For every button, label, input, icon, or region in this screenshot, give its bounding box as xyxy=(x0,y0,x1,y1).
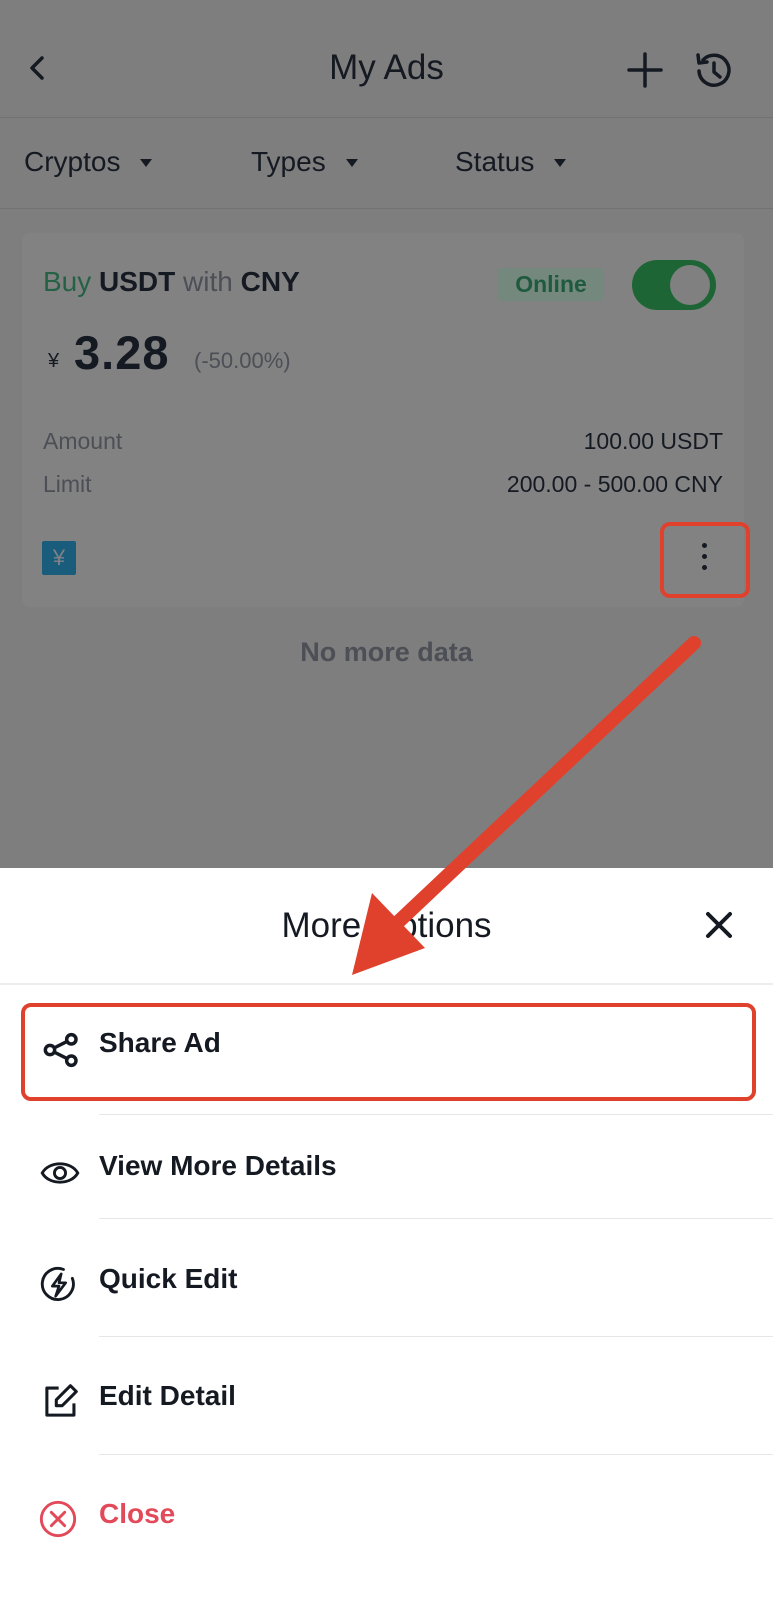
eye-icon xyxy=(40,1162,80,1184)
ad-asset: USDT xyxy=(99,266,176,297)
option-view-more-details[interactable]: View More Details xyxy=(0,1115,773,1230)
filter-types-label: Types xyxy=(251,146,326,177)
option-edit-detail[interactable]: Edit Detail xyxy=(0,1337,773,1452)
amount-label: Amount xyxy=(43,428,123,454)
amount-value: 100.00 USDT xyxy=(583,428,723,454)
limit-value: 200.00 - 500.00 CNY xyxy=(506,471,723,497)
caret-down-icon xyxy=(345,159,358,167)
caret-down-icon xyxy=(554,159,567,167)
option-quick-edit-label: Quick Edit xyxy=(99,1263,238,1294)
filter-status-label: Status xyxy=(455,146,535,177)
annotation-highlight-share xyxy=(21,1003,756,1101)
add-ad-button[interactable] xyxy=(624,48,666,92)
more-options-button[interactable] xyxy=(660,522,750,598)
history-icon xyxy=(696,53,731,87)
option-edit-detail-label: Edit Detail xyxy=(99,1380,236,1411)
status-badge: Online xyxy=(498,268,604,301)
price-change: (-50.00%) xyxy=(194,348,291,373)
ad-fiat: CNY xyxy=(240,266,300,297)
option-quick-edit[interactable]: Quick Edit xyxy=(0,1219,773,1334)
filter-cryptos-label: Cryptos xyxy=(24,146,121,177)
ad-with: with xyxy=(183,266,233,297)
ad-price: 3.28 xyxy=(74,326,170,379)
sheet-title: More Options xyxy=(281,906,492,945)
filter-status[interactable]: Status xyxy=(455,146,567,178)
limit-label: Limit xyxy=(43,471,92,497)
toggle-knob xyxy=(670,265,710,305)
plus-icon xyxy=(627,52,663,88)
option-close-label: Close xyxy=(99,1498,176,1529)
list-end-text: No more data xyxy=(300,637,473,667)
close-icon xyxy=(706,912,732,938)
lightning-icon xyxy=(40,1266,75,1301)
ad-title: Buy USDT with CNY xyxy=(43,266,300,298)
currency-symbol: ¥ xyxy=(48,350,60,372)
caret-down-icon xyxy=(140,159,153,167)
edit-icon xyxy=(45,1384,78,1417)
filter-types[interactable]: Types xyxy=(251,146,358,178)
sheet-close-button[interactable] xyxy=(700,906,738,944)
option-close[interactable]: Close xyxy=(0,1455,773,1570)
history-button[interactable] xyxy=(690,48,736,94)
close-circle-icon xyxy=(39,1500,77,1538)
payment-method-icon: ¥ xyxy=(42,541,76,575)
filter-cryptos[interactable]: Cryptos xyxy=(24,146,153,178)
online-toggle[interactable] xyxy=(632,260,716,310)
option-view-more-details-label: View More Details xyxy=(99,1150,337,1181)
ad-side: Buy xyxy=(43,266,92,297)
more-vertical-icon xyxy=(702,543,708,576)
sheet-divider xyxy=(0,983,773,985)
